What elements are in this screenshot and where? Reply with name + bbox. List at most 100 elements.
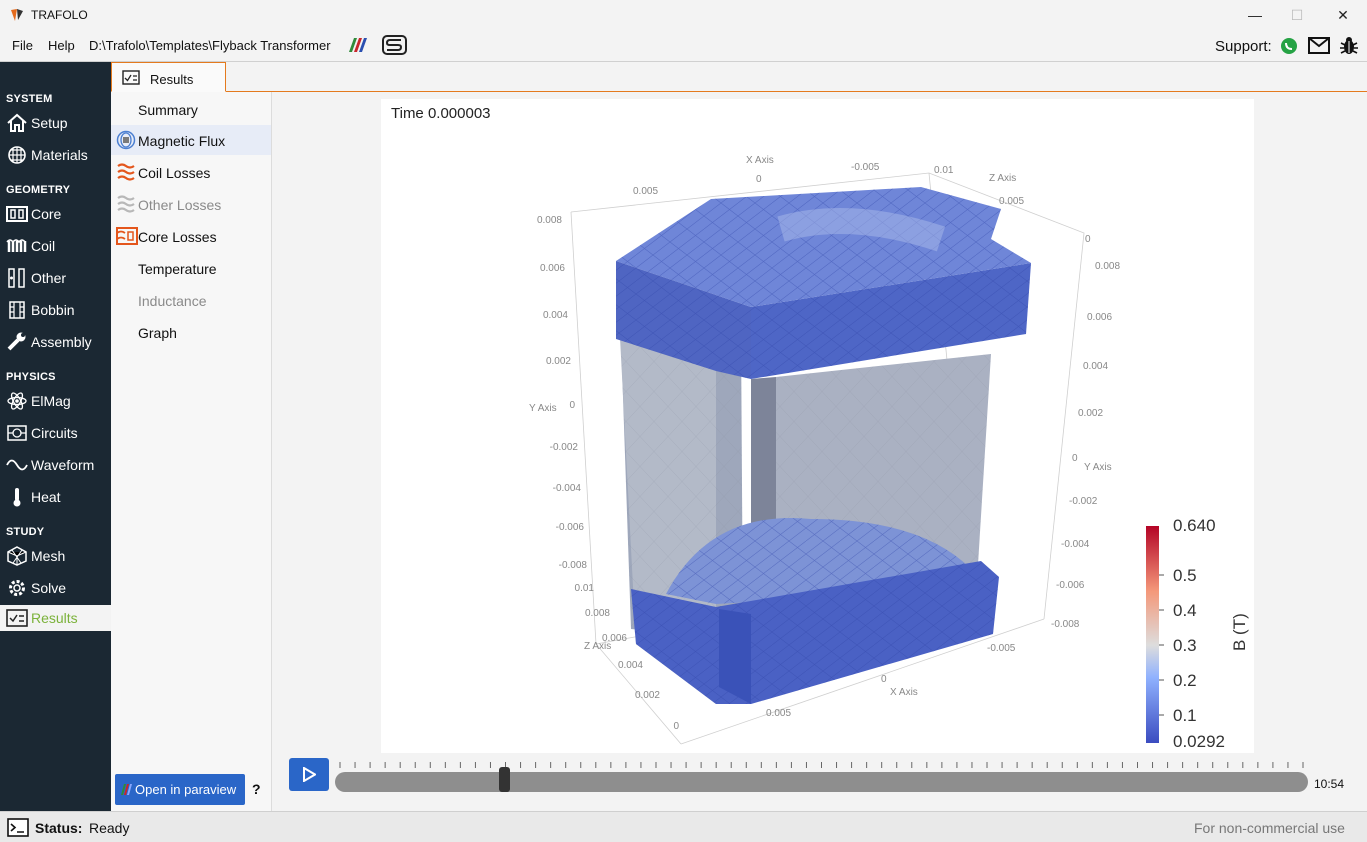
magnetic-flux-icon: [116, 130, 136, 150]
y-left-tick: -0.008: [559, 560, 588, 571]
colorbar: [1146, 526, 1159, 743]
help-button[interactable]: ?: [252, 781, 261, 797]
z-axis-title: Z Axis: [584, 641, 611, 652]
status-bar: Status: Ready For non-commercial use: [0, 811, 1367, 842]
subnav-item-summary[interactable]: Summary: [111, 94, 271, 124]
tab-results[interactable]: Results: [111, 62, 226, 92]
paraview-logo-icon[interactable]: [346, 37, 368, 53]
subnav-item-inductance[interactable]: Inductance: [111, 285, 271, 315]
sidebar-item-circuits[interactable]: Circuits: [0, 419, 111, 447]
sidebar-item-label: Materials: [31, 147, 88, 163]
y-left-tick: 0.004: [543, 310, 568, 321]
colorbar-min-label: 0.0292: [1173, 732, 1225, 751]
colorbar-tick: 0.2: [1173, 671, 1197, 690]
y-left-tick: 0.002: [546, 356, 571, 367]
colorbar-title: B (T): [1230, 613, 1249, 651]
sidebar-item-label: Other: [31, 270, 67, 286]
3d-viewport[interactable]: Time 0.000003 0.008 0.006 0.004 0.002 0 …: [381, 99, 1254, 753]
menu-file[interactable]: File: [12, 38, 33, 53]
timeline-slider-thumb[interactable]: [498, 767, 510, 792]
circuit-icon: [7, 425, 27, 441]
title-bar: TRAFOLO — ☐ ✕: [0, 0, 1367, 30]
menu-bar: File Help D:\Trafolo\Templates\Flyback T…: [0, 30, 1367, 61]
sidebar-item-waveform[interactable]: Waveform: [0, 451, 111, 479]
subnav-item-magnetic-flux[interactable]: Magnetic Flux: [111, 125, 271, 155]
trafolo-logo-icon: [11, 9, 23, 21]
bug-report-icon[interactable]: [1339, 36, 1359, 56]
subnav-item-label: Coil Losses: [138, 165, 211, 181]
simulation-logo-icon[interactable]: [382, 35, 407, 55]
colorbar-tick: 0.1: [1173, 706, 1197, 725]
x-bottom-tick: 0: [881, 674, 887, 685]
sidebar-item-heat[interactable]: Heat: [0, 483, 111, 511]
subnav-item-label: Summary: [138, 102, 198, 118]
sidebar-section-geometry: GEOMETRY: [6, 184, 71, 196]
z-left-tick: 0.01: [575, 583, 595, 594]
z-left-tick: 0.002: [635, 690, 660, 701]
z-left-tick: 0.008: [585, 608, 610, 619]
whatsapp-icon[interactable]: [1280, 37, 1298, 55]
open-in-paraview-button[interactable]: Open in paraview: [115, 774, 245, 805]
z-top-tick: 0.005: [999, 196, 1024, 207]
subnav-item-label: Core Losses: [138, 229, 217, 245]
z-axis-title: Z Axis: [989, 173, 1016, 184]
sidebar-item-label: Assembly: [31, 334, 92, 350]
subnav-item-graph[interactable]: Graph: [111, 317, 271, 347]
timeline-ticks: [339, 762, 1304, 768]
sidebar-item-setup[interactable]: Setup: [0, 109, 111, 137]
sidebar-item-label: Coil: [31, 238, 56, 254]
subnav-item-label: Other Losses: [138, 197, 222, 213]
sidebar-item-core[interactable]: Core: [0, 200, 111, 228]
license-notice: For non-commercial use: [1194, 820, 1345, 836]
menu-help[interactable]: Help: [48, 38, 75, 53]
x-top-tick: 0: [756, 174, 762, 185]
coil-losses-icon: [117, 163, 135, 181]
subnav-item-other-losses[interactable]: Other Losses: [111, 189, 271, 219]
sidebar-item-assembly[interactable]: Assembly: [0, 328, 111, 356]
play-button[interactable]: [289, 758, 329, 791]
sidebar-item-results[interactable]: Results: [0, 605, 111, 631]
coil-icon: [6, 239, 27, 252]
y-axis-title: Y Axis: [529, 403, 557, 414]
colorbar-tick: 0.5: [1173, 566, 1197, 585]
sidebar-item-label: ElMag: [31, 393, 71, 409]
sidebar-item-materials[interactable]: Materials: [0, 141, 111, 169]
minimize-button[interactable]: —: [1237, 4, 1273, 26]
playback-time: 10:54: [1314, 777, 1345, 791]
z-left-tick: 0.004: [618, 660, 643, 671]
subnav-item-core-losses[interactable]: Core Losses: [111, 221, 271, 251]
sidebar-item-solve[interactable]: Solve: [0, 574, 111, 602]
y-axis-title: Y Axis: [1084, 462, 1112, 473]
sidebar-item-label: Bobbin: [31, 302, 75, 318]
sidebar-item-other[interactable]: Other: [0, 264, 111, 292]
x-top-tick: -0.005: [851, 162, 880, 173]
sidebar-item-elmag[interactable]: ElMag: [0, 387, 111, 415]
y-right-tick: 0.002: [1078, 408, 1103, 419]
subnav-item-label: Magnetic Flux: [138, 133, 226, 149]
terminal-icon[interactable]: [7, 818, 29, 837]
close-button[interactable]: ✕: [1325, 4, 1361, 26]
subnav-item-label: Inductance: [138, 293, 207, 309]
play-icon: [303, 767, 316, 782]
x-bottom-tick: 0.005: [766, 708, 791, 719]
maximize-button[interactable]: ☐: [1279, 4, 1315, 26]
timeline-slider[interactable]: [335, 772, 1308, 792]
sidebar-item-bobbin[interactable]: Bobbin: [0, 296, 111, 324]
subnav-item-temperature[interactable]: Temperature: [111, 253, 271, 283]
sidebar-section-physics: PHYSICS: [6, 371, 56, 383]
core-losses-icon: [116, 227, 138, 245]
y-right-tick: -0.008: [1051, 619, 1080, 630]
x-top-tick: 0.005: [633, 186, 658, 197]
sidebar-item-coil[interactable]: Coil: [0, 232, 111, 260]
subnav-item-coil-losses[interactable]: Coil Losses: [111, 157, 271, 187]
tab-bar: [111, 62, 1367, 92]
status-label: Status:: [35, 820, 83, 836]
sidebar-item-mesh[interactable]: Mesh: [0, 542, 111, 570]
mail-icon[interactable]: [1308, 37, 1330, 54]
support-label: Support:: [1215, 38, 1272, 55]
y-left-tick: -0.004: [553, 483, 582, 494]
colorbar-tick: 0.4: [1173, 601, 1197, 620]
other-icon: [8, 268, 25, 288]
colorbar-tick: 0.3: [1173, 636, 1197, 655]
x-axis-title: X Axis: [746, 155, 774, 166]
